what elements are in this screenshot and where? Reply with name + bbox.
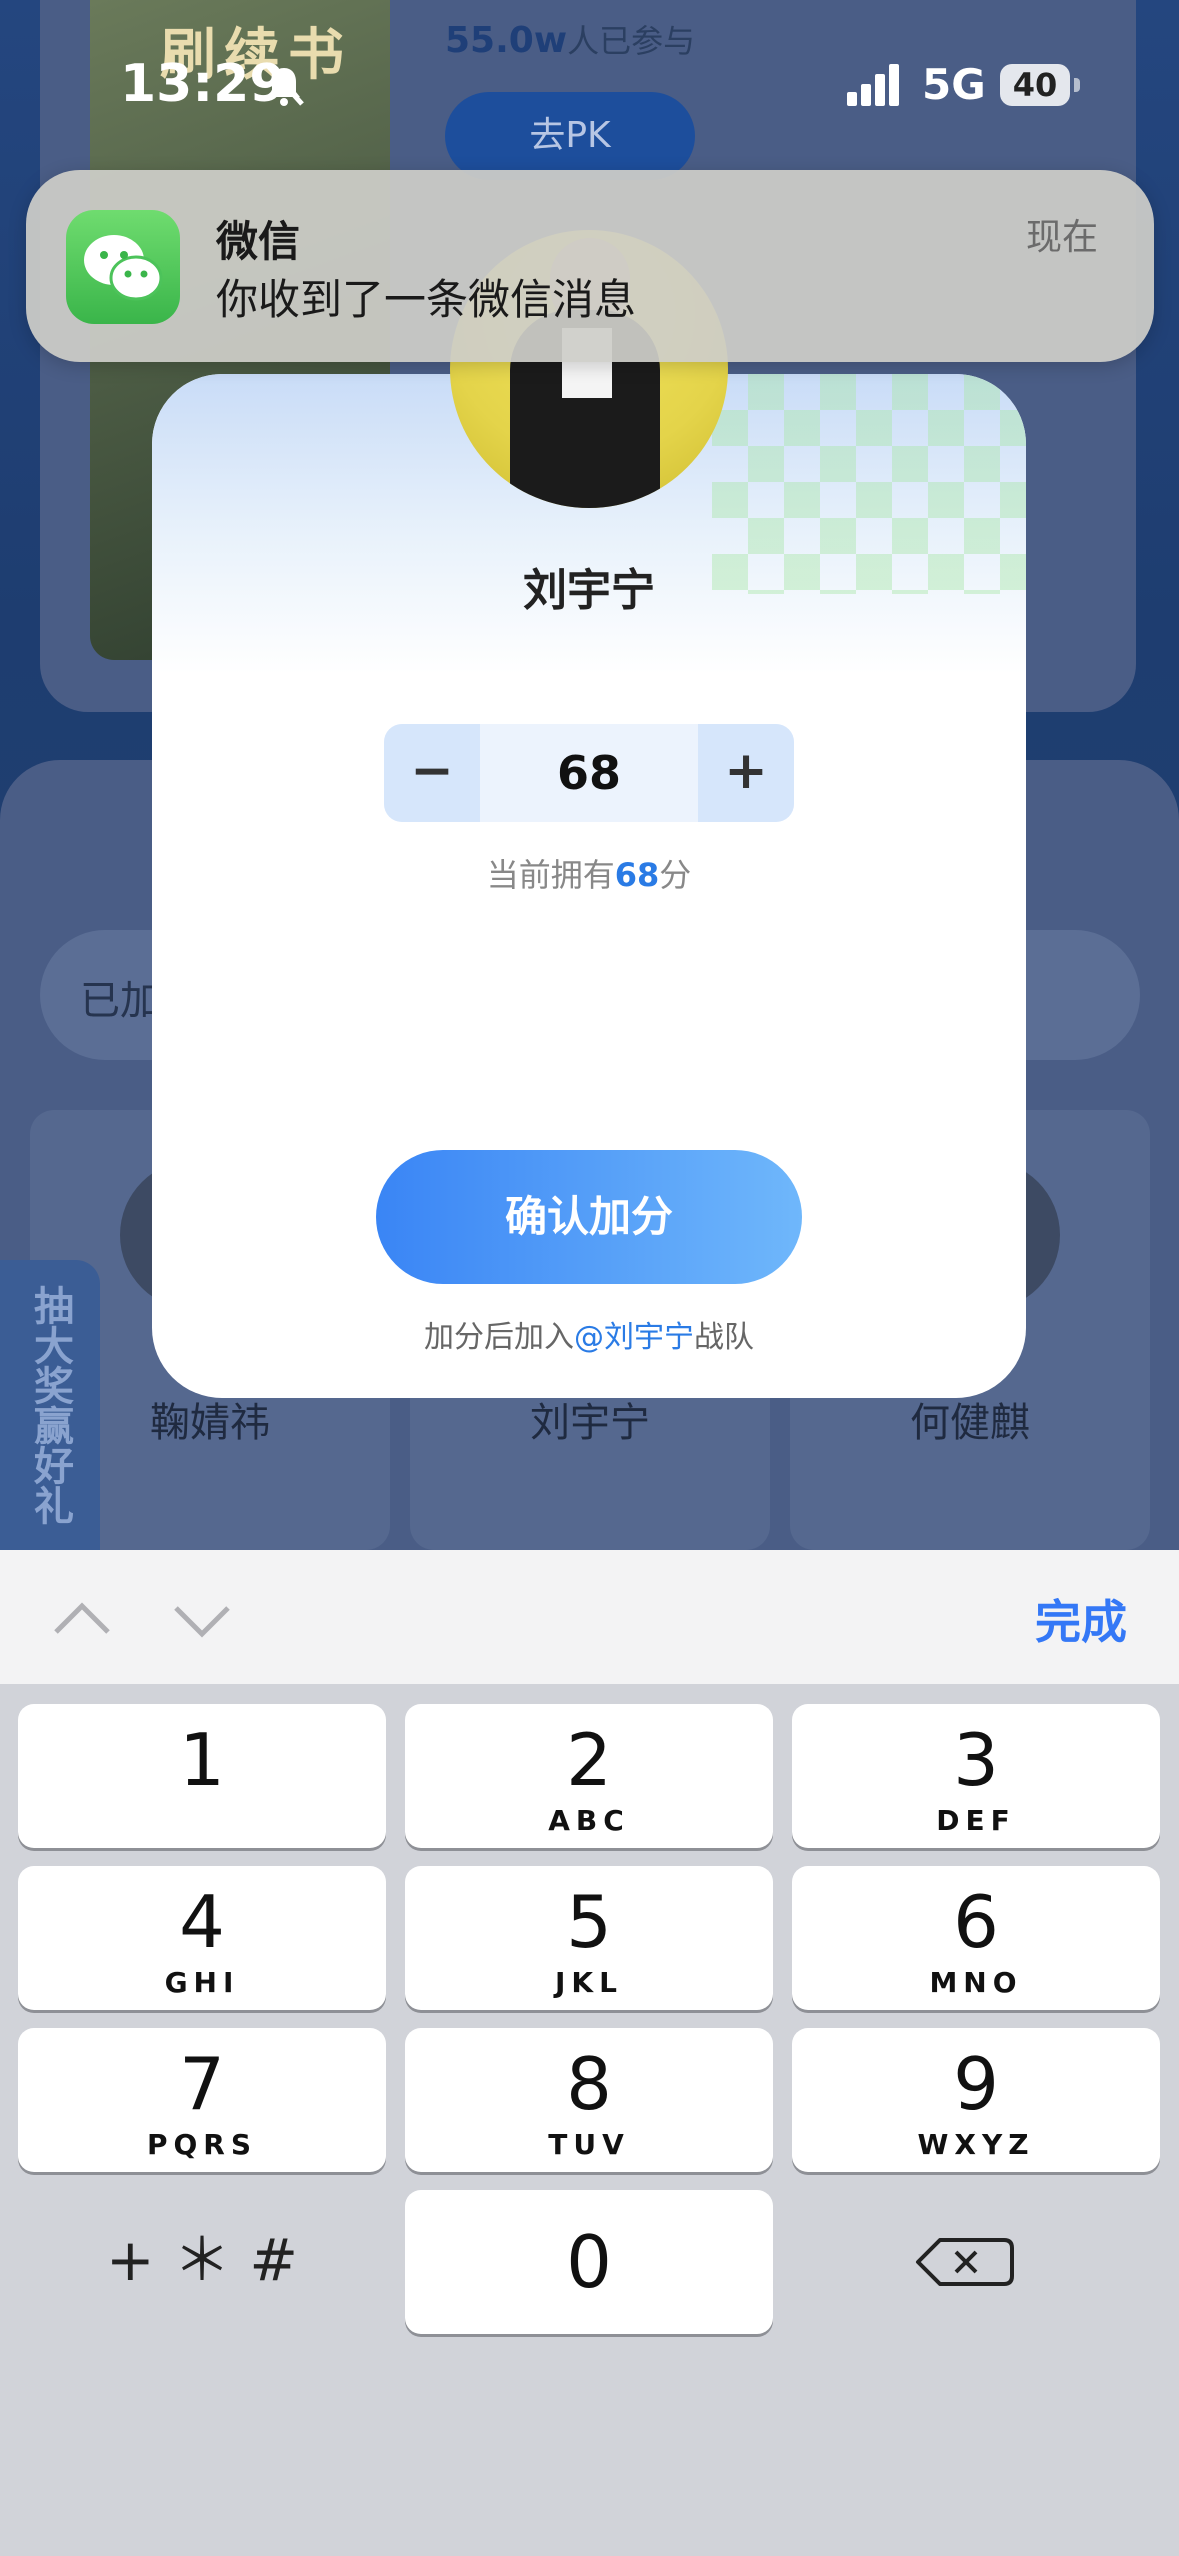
- key-3[interactable]: 3 DEF: [792, 1704, 1160, 1848]
- battery-tip: [1074, 78, 1080, 92]
- chevron-up-icon[interactable]: [50, 1588, 114, 1652]
- candidate-name: 刘宇宁: [523, 565, 655, 616]
- network-type: 5G: [922, 60, 986, 109]
- done-button[interactable]: 完成: [1035, 1586, 1127, 1652]
- side-banner[interactable]: 抽大奖赢好礼: [0, 1260, 100, 1550]
- key-9[interactable]: 9 WXYZ: [792, 2028, 1160, 2172]
- wechat-icon: [66, 210, 180, 324]
- key-5[interactable]: 5 JKL: [405, 1866, 773, 2010]
- delete-key[interactable]: [790, 2190, 1158, 2334]
- key-8[interactable]: 8 TUV: [405, 2028, 773, 2172]
- battery-level: 40: [1012, 66, 1058, 104]
- search-text: 已加: [80, 978, 160, 1024]
- decrement-button[interactable]: −: [384, 724, 480, 822]
- key-1[interactable]: 1: [18, 1704, 386, 1848]
- candidate-name: 何健麒: [910, 1400, 1030, 1446]
- notification-time: 现在: [1025, 217, 1098, 258]
- confirm-add-button[interactable]: 确认加分: [376, 1150, 802, 1284]
- key-0[interactable]: 0: [405, 2190, 773, 2334]
- team-hint: 加分后加入@刘宇宁战队: [424, 1320, 754, 1355]
- signal-icon: [847, 64, 899, 106]
- key-6[interactable]: 6 MNO: [792, 1866, 1160, 2010]
- points-stepper: − 68 +: [384, 724, 794, 822]
- bell-slash-icon: [266, 64, 304, 106]
- symbols-key[interactable]: + ＊ #: [18, 2190, 386, 2334]
- increment-button[interactable]: +: [698, 724, 794, 822]
- clock: 13:29: [120, 54, 286, 114]
- owned-points: 当前拥有68分: [486, 856, 692, 894]
- notification-message: 你收到了一条微信消息: [216, 275, 637, 324]
- battery-icon: 40: [1000, 64, 1070, 106]
- key-2[interactable]: 2 ABC: [405, 1704, 773, 1848]
- keyboard-toolbar: 完成: [0, 1550, 1179, 1684]
- notification-app-name: 微信: [216, 217, 301, 266]
- points-input[interactable]: 68: [480, 724, 698, 822]
- status-bar: 13:29 5G 40: [0, 0, 1179, 170]
- candidate-name: 刘宇宁: [530, 1400, 650, 1446]
- key-4[interactable]: 4 GHI: [18, 1866, 386, 2010]
- chevron-down-icon[interactable]: [170, 1588, 234, 1652]
- notification-banner[interactable]: 微信 你收到了一条微信消息 现在: [26, 170, 1154, 362]
- key-7[interactable]: 7 PQRS: [18, 2028, 386, 2172]
- add-points-dialog: 刘宇宁 − 68 + 当前拥有68分 确认加分 加分后加入@刘宇宁战队: [152, 374, 1026, 1398]
- backspace-icon: [916, 2238, 1014, 2286]
